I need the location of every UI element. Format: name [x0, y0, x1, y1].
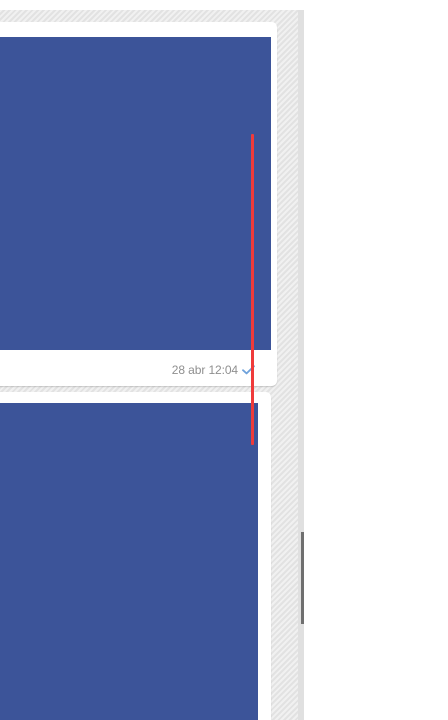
message-image[interactable] — [0, 403, 258, 720]
red-annotation-line — [251, 134, 254, 445]
message-meta: 28 abr 12:04 — [172, 362, 255, 378]
message-image[interactable] — [0, 37, 271, 350]
scrollbar-thumb[interactable] — [301, 532, 304, 624]
chat-viewport: 28 abr 12:04 — [0, 0, 448, 720]
message-timestamp: 28 abr 12:04 — [171, 363, 238, 377]
chat-area[interactable]: 28 abr 12:04 — [0, 10, 304, 720]
image-message-bubble[interactable]: 28 abr 12:04 — [0, 22, 277, 386]
image-message-bubble[interactable] — [0, 392, 271, 720]
